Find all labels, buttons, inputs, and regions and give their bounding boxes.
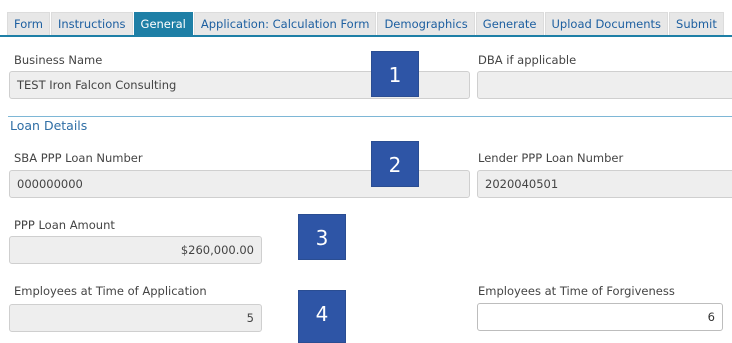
employees-forgiveness-label: Employees at Time of Forgiveness (478, 284, 675, 298)
annotation-marker-3: 3 (298, 214, 346, 260)
tab-generate[interactable]: Generate (475, 12, 544, 35)
tab-general[interactable]: General (133, 12, 193, 35)
tabs: Form Instructions General Application: C… (7, 12, 725, 35)
annotation-marker-4: 4 (298, 290, 346, 343)
sba-loan-number-label: SBA PPP Loan Number (14, 151, 143, 165)
tab-upload-documents[interactable]: Upload Documents (544, 12, 669, 35)
ppp-loan-amount-field[interactable]: $260,000.00 (9, 236, 262, 264)
tab-submit[interactable]: Submit (669, 12, 724, 35)
tab-underline (0, 35, 732, 37)
dba-label: DBA if applicable (478, 53, 577, 67)
section-divider (8, 116, 732, 117)
business-name-label: Business Name (14, 53, 103, 67)
employees-application-label: Employees at Time of Application (14, 284, 207, 298)
annotation-marker-2: 2 (371, 141, 419, 187)
tab-application-calculation-form[interactable]: Application: Calculation Form (193, 12, 377, 35)
tab-demographics[interactable]: Demographics (377, 12, 475, 35)
loan-details-heading: Loan Details (10, 118, 88, 133)
employees-forgiveness-field[interactable]: 6 (477, 303, 723, 331)
dba-field[interactable] (477, 71, 732, 99)
ppp-loan-amount-label: PPP Loan Amount (14, 218, 115, 232)
lender-loan-number-label: Lender PPP Loan Number (478, 151, 624, 165)
employees-application-field[interactable]: 5 (9, 304, 262, 332)
lender-loan-number-field[interactable]: 2020040501 (477, 170, 732, 198)
annotation-marker-1: 1 (371, 51, 419, 97)
tab-form[interactable]: Form (7, 12, 50, 35)
tab-instructions[interactable]: Instructions (50, 12, 133, 35)
tab-bar: Form Instructions General Application: C… (0, 0, 732, 37)
